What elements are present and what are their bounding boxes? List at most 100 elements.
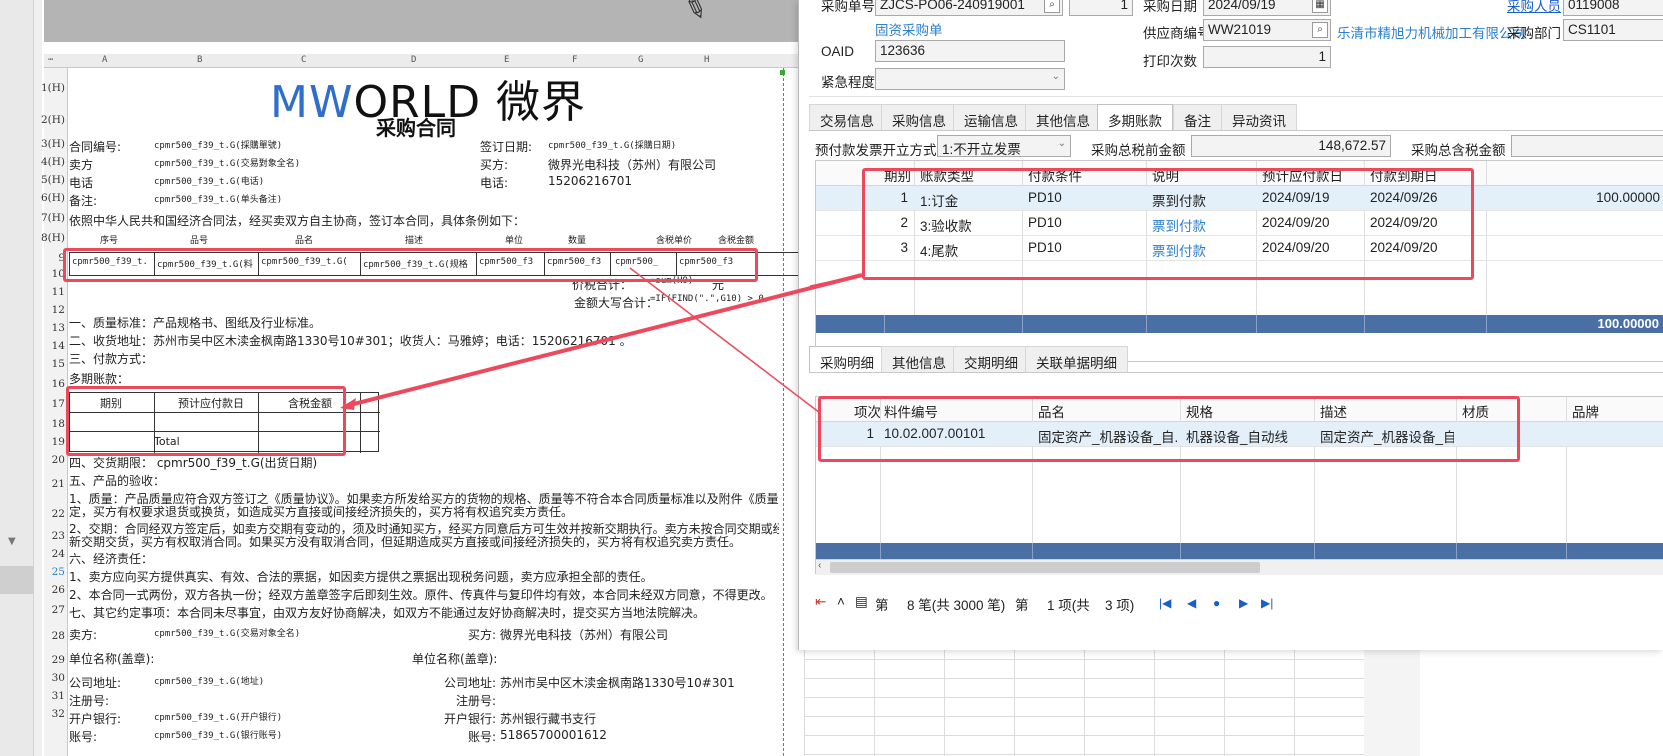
cell-a26[interactable]: 七、其它约定事项：本合同未尽事宜，由双方友好协商解决，如双方不能通过友好协商解决… — [69, 604, 779, 621]
col-payment-terms[interactable]: 付款条件 — [1028, 165, 1082, 185]
cell-a30[interactable]: 注册号: — [69, 692, 109, 709]
first-page-icon[interactable]: |◀ — [1159, 596, 1171, 610]
cell-r8-header[interactable]: 单位 — [505, 233, 523, 246]
cell-a6[interactable]: 备注: — [69, 192, 97, 209]
tab-purchase-info[interactable]: 采购信息 — [881, 104, 957, 130]
col-header[interactable]: A — [102, 55, 107, 65]
est-date-cell[interactable]: 2024/09/19 — [1262, 190, 1330, 205]
document-icon[interactable]: ▤ — [855, 594, 868, 610]
next-page-icon[interactable]: ▶ — [1239, 596, 1248, 610]
tab-other-info-detail[interactable]: 其他信息 — [881, 346, 957, 372]
row-header[interactable]: 9 — [58, 252, 65, 264]
cell-a5[interactable]: 电话 — [69, 174, 93, 191]
row-header[interactable]: 1(H) — [41, 82, 65, 94]
installment-col-header[interactable]: 预计应付款日 — [178, 395, 244, 411]
percent-cell[interactable]: 100.00000 — [1536, 190, 1660, 205]
row-header[interactable]: 28 — [52, 630, 65, 642]
cell-r9[interactable]: cpmr500_f3 — [479, 257, 533, 267]
cell-d31[interactable]: 开户银行: — [444, 710, 496, 727]
cell-a23[interactable]: 六、经济责任： — [69, 550, 153, 567]
row-header[interactable]: 30 — [52, 672, 65, 684]
cell-a12[interactable]: 一、质量标准：产品规格书、图纸及行业标准。 — [69, 314, 321, 331]
buyer-field[interactable]: 0119008 — [1563, 0, 1663, 16]
cell-r9[interactable]: cpmr500_f39_t.G( — [261, 257, 348, 267]
dept-field[interactable]: CS1101 — [1563, 19, 1663, 41]
row-header[interactable]: 32 — [52, 708, 65, 720]
period-cell[interactable]: 3 — [876, 240, 908, 255]
buyer-link[interactable]: 采购人员 — [1507, 0, 1561, 15]
select-all-icon[interactable]: ⋯ — [48, 55, 53, 65]
cell-f3[interactable]: cpmr500_f39_t.G(採購日期) — [548, 138, 676, 151]
cell-e27[interactable]: 微界光电科技（苏州）有限公司 — [500, 626, 668, 643]
cell-a25[interactable]: 2、本合同一式两份，双方各执一份；经双方盖章签字后即刻生效。原件、传真件与复印件… — [69, 586, 779, 603]
row-header[interactable]: 2(H) — [41, 114, 65, 126]
cell-e31[interactable]: 苏州银行藏书支行 — [500, 710, 596, 727]
desc-cell[interactable]: 票到付款 — [1152, 215, 1206, 235]
po-no-field[interactable]: ZJCS-PO06-240919001 ⌕ — [875, 0, 1063, 16]
table-row[interactable]: 2 3:验收款 PD10 票到付款 2024/09/20 2024/09/20 — [816, 211, 1663, 236]
col-description[interactable]: 描述 — [1320, 401, 1347, 421]
cell-b32[interactable]: cpmr500_f39_t.G(银行账号) — [154, 728, 282, 741]
tab-other-info[interactable]: 其他信息 — [1025, 104, 1101, 130]
cell-f11[interactable]: 金额大写合计： — [574, 294, 658, 311]
cell-g10[interactable]: =sum(H9) — [650, 276, 693, 286]
po-type-link[interactable]: 固资采购单 — [875, 19, 943, 39]
row-header[interactable]: 8(H) — [41, 232, 65, 244]
cell-d27[interactable]: 买方: — [468, 626, 496, 643]
cell-h10[interactable]: 元 — [712, 276, 724, 293]
cell-a21-line2[interactable]: 定，买方有权要求退货或换货，如造成买方直接或间接经济损失的，买方将有权追究卖方责… — [69, 503, 779, 520]
due-date-cell[interactable]: 2024/09/20 — [1370, 215, 1438, 230]
calendar-icon[interactable]: ▦ — [1312, 0, 1328, 13]
cell-e32[interactable]: 51865700001612 — [500, 728, 607, 742]
cell-r9[interactable]: cpmr500_f39_t.G(料 — [157, 257, 253, 270]
cell-b27[interactable]: cpmr500_f39_t.G(交易对象全名) — [154, 626, 300, 639]
due-date-cell[interactable]: 2024/09/26 — [1370, 190, 1438, 205]
type-cell[interactable]: 1:订金 — [920, 190, 958, 210]
row-header[interactable]: 17 — [52, 398, 65, 410]
current-dot-icon[interactable]: ● — [1213, 596, 1220, 610]
row-header[interactable]: 18 — [52, 418, 65, 430]
spec-cell[interactable]: 机器设备_自动线 — [1186, 426, 1312, 446]
cell-d28[interactable]: 单位名称(盖章): — [412, 650, 497, 667]
col-header[interactable]: G — [638, 55, 643, 65]
cell-a14[interactable]: 三、付款方式： — [69, 350, 153, 367]
installment-col-header[interactable]: 含税金额 — [288, 395, 332, 411]
cell-f5[interactable]: 15206216701 — [548, 174, 632, 188]
col-header[interactable]: F — [572, 55, 577, 65]
cell-b5[interactable]: cpmr500_f39_t.G(电话) — [154, 174, 264, 187]
prev-page-icon[interactable]: ◀ — [1187, 596, 1196, 610]
desc-cell[interactable]: 票到付款 — [1152, 240, 1206, 260]
tab-trade-info[interactable]: 交易信息 — [809, 104, 885, 130]
cell-e3[interactable]: 签订日期: — [480, 138, 532, 155]
row-header[interactable]: 20 — [52, 454, 65, 466]
table-row[interactable]: 1 10.02.007.00101 固定资产_机器设备_自... 机器设备_自动… — [816, 422, 1663, 447]
po-date-field[interactable]: 2024/09/19 ▦ — [1203, 0, 1331, 16]
cell-r8-header[interactable]: 含税单价 — [656, 233, 692, 246]
due-date-cell[interactable]: 2024/09/20 — [1370, 240, 1438, 255]
lookup-icon[interactable]: ⌕ — [1044, 0, 1060, 13]
col-item-no[interactable]: 项次 — [854, 401, 881, 421]
cell-f4[interactable]: 微界光电科技（苏州）有限公司 — [548, 156, 716, 173]
cell-a20[interactable]: 五、产品的验收： — [69, 472, 165, 489]
period-cell[interactable]: 2 — [876, 215, 908, 230]
row-header-active[interactable]: 25 — [52, 566, 65, 578]
row-header[interactable]: 15 — [52, 358, 65, 370]
cell-a27[interactable]: 卖方: — [69, 626, 97, 643]
row-header[interactable]: 3(H) — [41, 138, 65, 150]
prepay-select[interactable]: 1:不开立发票 ⌄ — [937, 135, 1071, 157]
col-header[interactable]: B — [197, 55, 202, 65]
cell-e4[interactable]: 买方: — [480, 156, 508, 173]
cell-e29[interactable]: 苏州市吴中区木渎金枫南路1330号10#301 — [500, 674, 735, 691]
cell-b4[interactable]: cpmr500_f39_t.G(交易對象全名) — [154, 156, 300, 169]
desc-cell[interactable]: 票到付款 — [1152, 190, 1206, 210]
col-product-name[interactable]: 品名 — [1038, 401, 1065, 421]
tab-related-docs[interactable]: 关联单据明细 — [1025, 346, 1128, 372]
supplier-field[interactable]: WW21019 ⌕ — [1203, 19, 1331, 41]
col-account-type[interactable]: 账款类型 — [920, 165, 974, 185]
cell-d32[interactable]: 账号: — [468, 728, 496, 745]
cell-e5[interactable]: 电话: — [480, 174, 508, 191]
installment-col-header[interactable]: 期别 — [100, 395, 122, 411]
row-header[interactable]: 4(H) — [41, 156, 65, 168]
row-header[interactable]: 19 — [52, 436, 65, 448]
row-header[interactable]: 23 — [52, 530, 65, 542]
